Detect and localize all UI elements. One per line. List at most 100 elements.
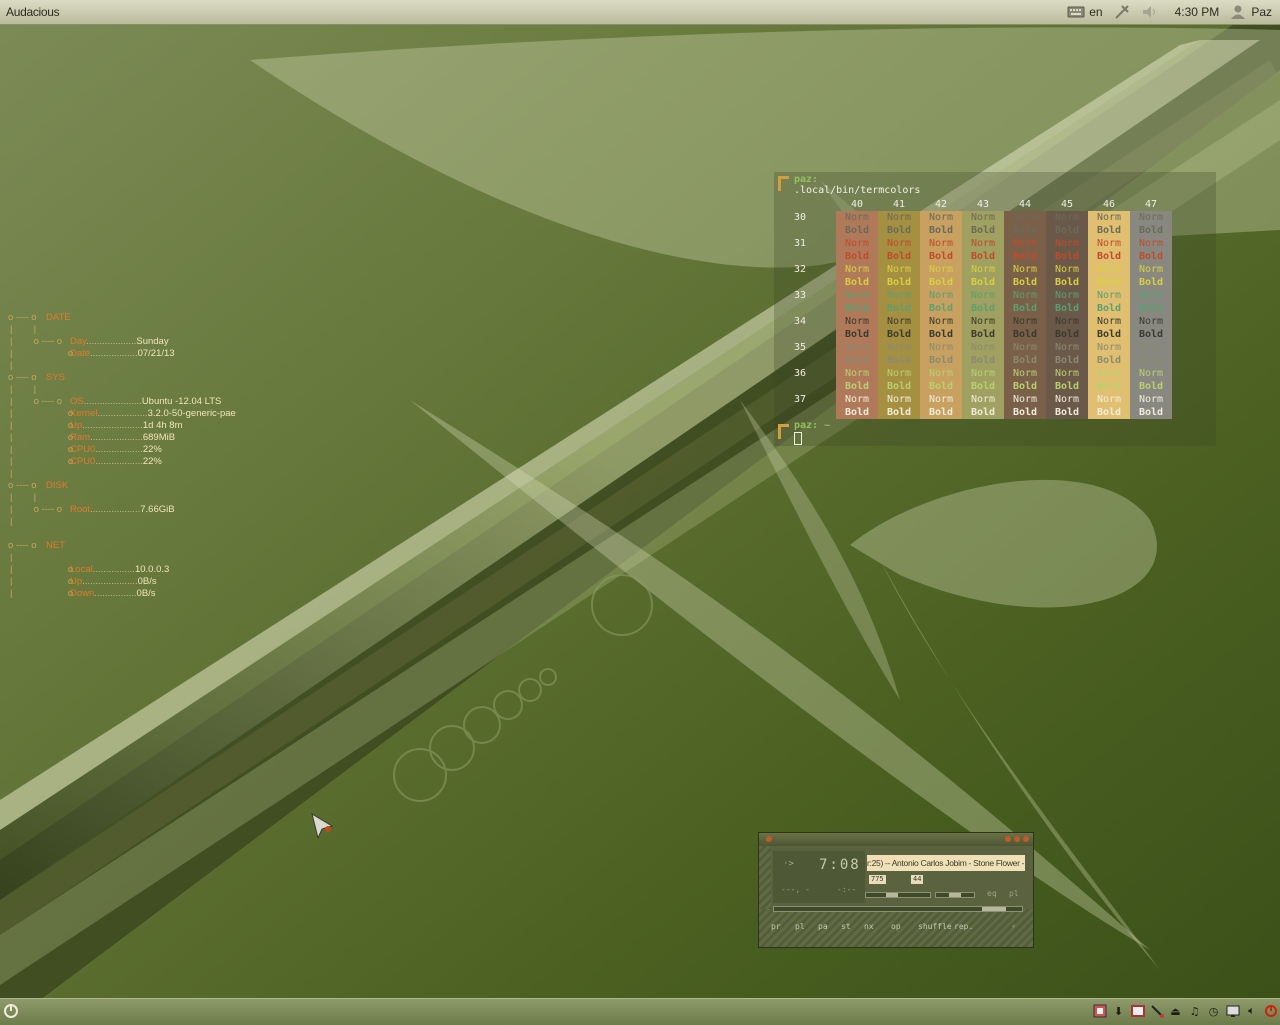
conky-row-date: Date..................07/21/13 bbox=[70, 348, 175, 359]
norm-sample: Norm bbox=[836, 263, 878, 276]
tree-branch: | o bbox=[10, 432, 74, 443]
bold-sample: Bold bbox=[1004, 224, 1046, 237]
volume-icon[interactable] bbox=[1141, 4, 1159, 20]
tree-branch: | o bbox=[10, 588, 74, 599]
pen-icon[interactable] bbox=[1149, 1003, 1164, 1019]
prompt-bracket bbox=[778, 424, 789, 439]
control-op-button[interactable]: op bbox=[891, 922, 918, 931]
norm-sample: Norm bbox=[962, 211, 1004, 224]
minimize-button[interactable] bbox=[1005, 836, 1011, 842]
conky-row-net-down: Down................0B/s bbox=[70, 588, 156, 599]
conky-row-net-up: Up.....................0B/s bbox=[70, 576, 157, 587]
bold-sample: Bold bbox=[1004, 406, 1046, 419]
norm-sample: Norm bbox=[878, 341, 920, 354]
norm-sample: Norm bbox=[878, 393, 920, 406]
norm-sample: Norm bbox=[962, 263, 1004, 276]
bitrate-badge: 775 bbox=[869, 875, 886, 884]
close-button[interactable] bbox=[1023, 836, 1029, 842]
bold-sample: Bold bbox=[962, 224, 1004, 237]
control-nx-button[interactable]: nx bbox=[864, 922, 891, 931]
clock-icon[interactable]: ◷ bbox=[1206, 1003, 1221, 1019]
playlist-toggle[interactable]: pl bbox=[1009, 889, 1019, 898]
bold-sample: Bold bbox=[836, 380, 878, 393]
norm-sample: Norm bbox=[1130, 263, 1172, 276]
norm-sample: Norm bbox=[836, 367, 878, 380]
playback-time[interactable]: 7:08 bbox=[819, 857, 861, 873]
display-icon[interactable] bbox=[1225, 1003, 1240, 1019]
fg-row-label bbox=[794, 354, 836, 367]
fg-row-label: 32 bbox=[794, 264, 807, 275]
speaker-icon[interactable]: 🔈︎ bbox=[1244, 1003, 1259, 1019]
apps-icon[interactable] bbox=[1092, 1003, 1107, 1019]
player-menu-button[interactable] bbox=[766, 836, 772, 842]
shade-button[interactable] bbox=[1014, 836, 1020, 842]
player-titlebar[interactable] bbox=[759, 833, 1033, 846]
norm-sample: Norm bbox=[1046, 237, 1088, 250]
termcolors-row: Bold Bold Bold Bold Bold Bold Bold Bold bbox=[794, 406, 1172, 419]
top-panel: Audacious en 4:30 PM Paz bbox=[0, 0, 1280, 25]
bold-sample: Bold bbox=[878, 406, 920, 419]
termcolors-row: 33 Norm Norm Norm Norm Norm Norm Norm Norm bbox=[794, 289, 1172, 302]
norm-sample: Norm bbox=[1130, 367, 1172, 380]
bold-sample: Bold bbox=[1004, 276, 1046, 289]
power-icon[interactable] bbox=[1263, 1003, 1278, 1019]
norm-sample: Norm bbox=[836, 237, 878, 250]
norm-sample: Norm bbox=[962, 367, 1004, 380]
control-shuffle-button[interactable]: shuffle bbox=[918, 922, 954, 931]
norm-sample: Norm bbox=[878, 315, 920, 328]
user-icon[interactable] bbox=[1229, 4, 1247, 20]
seek-bar[interactable] bbox=[773, 906, 1023, 912]
active-app-title[interactable]: Audacious bbox=[6, 5, 60, 19]
tree-branch: o ---- o bbox=[8, 480, 37, 491]
fg-row-label bbox=[794, 250, 836, 263]
control-rep-button[interactable]: rep. bbox=[954, 922, 984, 931]
user-name[interactable]: Paz bbox=[1251, 5, 1272, 19]
fg-row-label bbox=[794, 302, 836, 315]
keyboard-icon[interactable] bbox=[1067, 4, 1085, 20]
control-pa-button[interactable]: pa bbox=[818, 922, 841, 931]
bold-sample: Bold bbox=[962, 302, 1004, 315]
seek-knob[interactable] bbox=[982, 907, 1006, 911]
song-title[interactable]: r:25) -- Antonio Carlos Jobim - Stone Fl… bbox=[867, 855, 1025, 871]
conky-row-day: Day...................Sunday bbox=[70, 336, 169, 347]
norm-sample: Norm bbox=[1130, 237, 1172, 250]
conky-row-kernel: Kernel...................3.2.0-50-generi… bbox=[70, 408, 236, 419]
window-icon[interactable] bbox=[1130, 1003, 1145, 1019]
tree-branch: | | bbox=[10, 324, 37, 335]
network-icon[interactable] bbox=[1113, 4, 1131, 20]
volume-slider[interactable] bbox=[865, 892, 931, 898]
termcolors-row: 36 Norm Norm Norm Norm Norm Norm Norm Norm bbox=[794, 367, 1172, 380]
norm-sample: Norm bbox=[836, 393, 878, 406]
conky-row-cpu0-a: CPU0..................22% bbox=[70, 444, 162, 455]
termcolors-row: Bold Bold Bold Bold Bold Bold Bold Bold bbox=[794, 302, 1172, 315]
fg-row-label bbox=[794, 328, 836, 341]
tree-branch: | | bbox=[10, 384, 37, 395]
keyboard-layout[interactable]: en bbox=[1089, 5, 1102, 19]
eject-icon[interactable]: ⚡ bbox=[1011, 922, 1016, 931]
bold-sample: Bold bbox=[1088, 354, 1130, 367]
balance-slider[interactable] bbox=[935, 892, 975, 898]
termcolors-row: Bold Bold Bold Bold Bold Bold Bold Bold bbox=[794, 224, 1172, 237]
music-icon[interactable]: ♫ bbox=[1187, 1003, 1202, 1019]
bold-sample: Bold bbox=[836, 406, 878, 419]
equalizer-toggle[interactable]: eq bbox=[987, 889, 997, 898]
audacious-player[interactable]: ·> 7:08 ---, - -:-- r:25) -- Antonio Car… bbox=[758, 832, 1034, 948]
fg-row-label: 33 bbox=[794, 290, 807, 301]
termcolors-row: 35 Norm Norm Norm Norm Norm Norm Norm Norm bbox=[794, 341, 1172, 354]
clock[interactable]: 4:30 PM bbox=[1175, 5, 1220, 19]
termcolors-row: 31 Norm Norm Norm Norm Norm Norm Norm Norm bbox=[794, 237, 1172, 250]
update-icon[interactable]: ⏏ bbox=[1168, 1003, 1183, 1019]
control-st-button[interactable]: st bbox=[841, 922, 864, 931]
download-icon[interactable]: ⬇ bbox=[1111, 1003, 1126, 1019]
tree-branch: | bbox=[10, 516, 13, 527]
bold-sample: Bold bbox=[1130, 380, 1172, 393]
vis-label-2: -:-- bbox=[837, 885, 857, 894]
terminal-cursor[interactable] bbox=[794, 432, 802, 445]
control-pr-button[interactable]: pr bbox=[771, 922, 795, 931]
conky-row-root: Root...................7.66GiB bbox=[70, 504, 175, 515]
disk-header: DISK bbox=[46, 480, 69, 491]
tree-branch: | o bbox=[10, 348, 74, 359]
menu-icon[interactable] bbox=[3, 1003, 19, 1024]
control-pl-button[interactable]: pl bbox=[795, 922, 818, 931]
terminal-window[interactable]: paz: .local/bin/termcolors 40 41 42 43 44 45 4… bbox=[774, 172, 1216, 446]
